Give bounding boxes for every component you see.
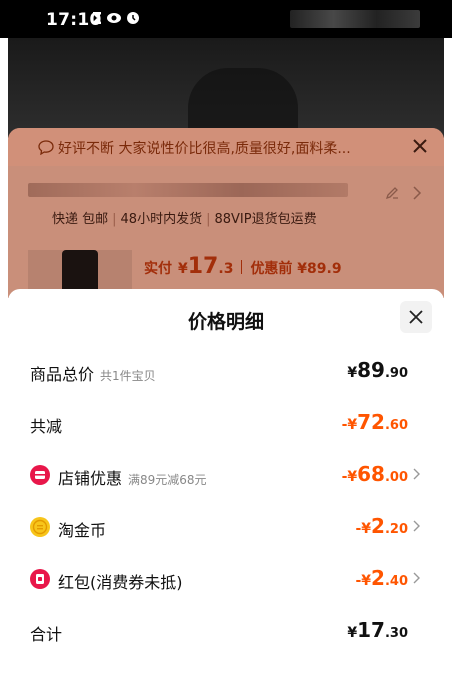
service-tag: 88VIP退货包运费	[214, 212, 317, 227]
chevron-right-icon	[413, 468, 420, 480]
row-gold-coin[interactable]: 淘金币 -¥2.20	[8, 512, 444, 542]
amount-decimal: .00	[384, 470, 408, 485]
currency-symbol: ¥	[178, 261, 188, 277]
row-label-text: 红包(消费券未抵)	[58, 573, 183, 592]
status-right-blurred	[290, 10, 420, 28]
chevron-right-icon	[413, 520, 420, 532]
price-summary: 实付 ¥17.3 优惠前 ¥89.9	[144, 254, 342, 279]
service-tag: 48小时内发货	[120, 212, 203, 227]
chevron-right-icon	[413, 572, 420, 584]
row-grand-total: 合计 ¥17.30	[8, 616, 444, 646]
row-label-text: 淘金币	[58, 521, 107, 540]
amount-decimal: .30	[384, 626, 408, 641]
row-label-text: 商品总价	[30, 365, 95, 384]
paid-decimal: .3	[218, 261, 234, 277]
product-title-blurred	[28, 183, 348, 197]
row-shop-discount[interactable]: 店铺优惠 满89元减68元 -¥68.00	[8, 460, 444, 490]
row-item-total: 商品总价 共1件宝贝 ¥89.90	[8, 356, 444, 386]
row-label-text: 店铺优惠	[58, 469, 123, 488]
currency-symbol: ¥	[347, 417, 358, 433]
currency-symbol: ¥	[347, 625, 358, 641]
review-text: 好评不断 大家说性价比很高,质量很好,面料柔...	[58, 141, 351, 157]
row-label: 淘金币	[58, 517, 106, 541]
status-icons	[92, 11, 140, 25]
row-total-discount: 共减 -¥72.60	[8, 408, 444, 438]
paid-label: 实付	[144, 261, 172, 277]
row-amount: -¥72.60	[342, 410, 408, 434]
amount-decimal: .40	[384, 574, 408, 589]
chevron-right-icon[interactable]	[412, 185, 422, 201]
row-amount: -¥68.00	[342, 462, 408, 486]
row-label: 共减	[30, 413, 62, 437]
amount-decimal: .90	[384, 366, 408, 381]
hourglass-icon	[93, 12, 101, 24]
row-amount: ¥89.90	[347, 358, 408, 382]
amount-integer: 2	[371, 566, 385, 590]
close-button[interactable]	[400, 301, 432, 333]
amount-decimal: .60	[384, 418, 408, 433]
sheet-title: 价格明细	[187, 311, 264, 333]
service-tag: 快递 包邮	[52, 212, 109, 227]
product-image	[8, 38, 444, 138]
chat-bubble-icon	[38, 140, 54, 155]
row-red-packet[interactable]: 红包(消费券未抵) -¥2.40	[8, 564, 444, 594]
amount-integer: 89	[357, 358, 385, 382]
close-icon[interactable]	[410, 136, 430, 156]
row-label: 合计	[30, 621, 62, 645]
shop-coupon-icon	[30, 465, 50, 485]
row-amount: ¥17.30	[347, 618, 408, 642]
alarm-icon	[127, 12, 139, 24]
row-label-text: 合计	[30, 625, 63, 644]
status-bar: 17:10	[0, 0, 452, 38]
red-packet-icon	[30, 569, 50, 589]
row-amount: -¥2.40	[355, 566, 408, 590]
edit-icon[interactable]	[384, 185, 400, 201]
close-icon	[409, 310, 423, 324]
row-sub-text: 共1件宝贝	[100, 369, 156, 383]
row-label-text: 共减	[30, 417, 63, 436]
currency-symbol: ¥	[361, 573, 372, 589]
service-tags: 快递 包邮 | 48小时内发货 | 88VIP退货包运费	[52, 212, 317, 227]
row-label: 红包(消费券未抵)	[58, 569, 183, 593]
currency-symbol: ¥	[361, 521, 372, 537]
review-banner: 好评不断 大家说性价比很高,质量很好,面料柔...	[8, 128, 444, 166]
amount-integer: 2	[371, 514, 385, 538]
amount-integer: 68	[357, 462, 385, 486]
amount-integer: 17	[357, 618, 385, 642]
price-detail-sheet: 价格明细 商品总价 共1件宝贝 ¥89.90 共减 -¥72.60 店铺优惠 满89…	[8, 289, 444, 677]
amount-integer: 72	[357, 410, 385, 434]
order-summary-background: 好评不断 大家说性价比很高,质量很好,面料柔... 快递 包邮 | 48小时内发货 |…	[8, 128, 444, 298]
row-label: 店铺优惠 满89元减68元	[58, 465, 207, 489]
gold-coin-icon	[30, 517, 50, 537]
row-sub-text: 满89元减68元	[128, 473, 207, 487]
currency-symbol: ¥	[347, 365, 358, 381]
amount-decimal: .20	[384, 522, 408, 537]
currency-symbol: ¥	[347, 469, 358, 485]
row-label: 商品总价 共1件宝贝	[30, 361, 156, 385]
price-before-discount: 优惠前 ¥89.9	[250, 261, 342, 277]
paid-integer: 17	[187, 254, 219, 279]
row-amount: -¥2.20	[355, 514, 408, 538]
eye-icon	[107, 13, 121, 23]
